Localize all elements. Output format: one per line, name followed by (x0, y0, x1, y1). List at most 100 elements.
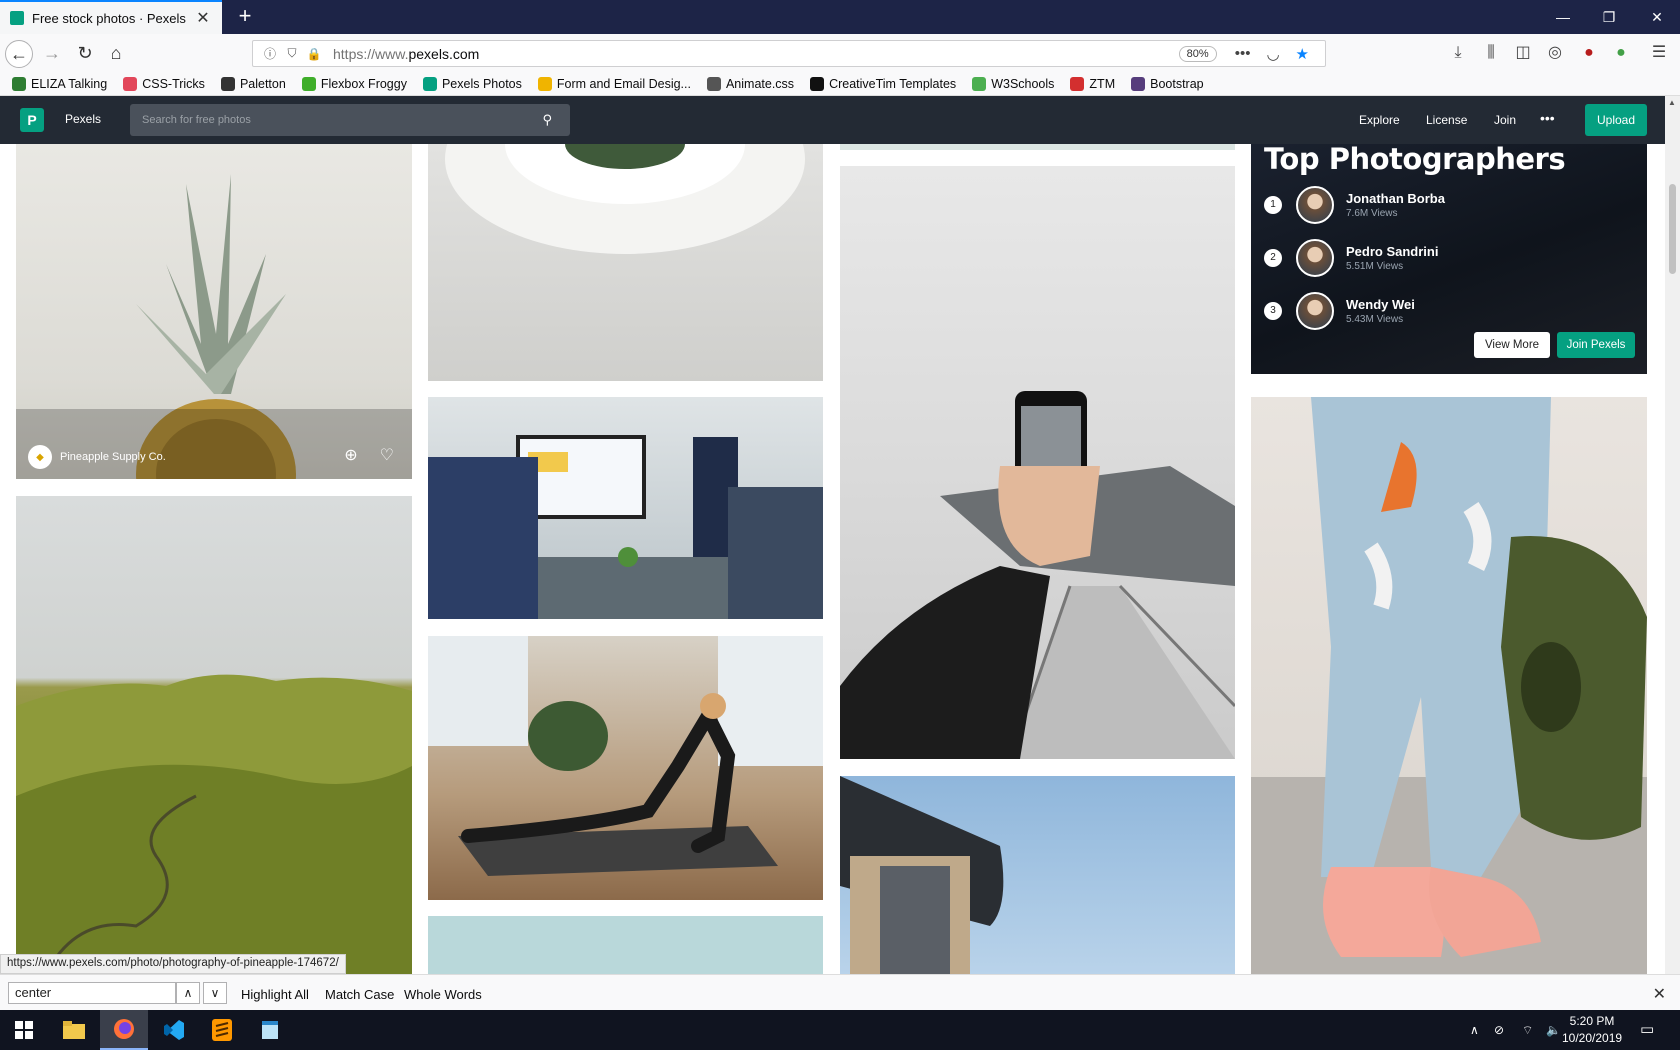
photo-ripped-jeans[interactable] (1251, 397, 1647, 974)
bookmark-item[interactable]: ELIZA Talking (12, 76, 107, 91)
find-next-button[interactable]: ∨ (203, 982, 227, 1004)
volume-icon[interactable]: 🔈 (1546, 1010, 1561, 1050)
photographer-row-2[interactable]: 2 Pedro Sandrini 5.51M Views (1264, 239, 1438, 277)
lock-icon[interactable]: 🔒 (305, 47, 323, 61)
url-text[interactable]: https://www.pexels.com (333, 46, 1179, 62)
windows-logo-icon (15, 1021, 33, 1039)
photographer-avatar[interactable] (1296, 186, 1334, 224)
photographer-name[interactable]: Pedro Sandrini (1346, 244, 1438, 259)
bookmark-label: Paletton (239, 76, 286, 91)
bookmark-favicon-icon (301, 76, 316, 91)
file-explorer-icon[interactable] (50, 1010, 98, 1050)
system-clock[interactable]: 5:20 PM 10/20/2019 (1562, 1013, 1622, 1047)
notifications-icon[interactable]: ▭ (1640, 1010, 1654, 1050)
photo-ceiling-light[interactable] (428, 144, 823, 381)
bookmark-item[interactable]: Form and Email Desig... (537, 76, 691, 91)
photo-valley[interactable] (16, 496, 412, 974)
tab-pexels[interactable]: Free stock photos · Pexels ✕ (0, 0, 222, 34)
sidebar-icon[interactable]: ◫ (1510, 40, 1536, 66)
photo-yoga[interactable] (428, 636, 823, 900)
sublime-text-icon[interactable] (198, 1010, 246, 1050)
bookmark-item[interactable]: Pexels Photos (422, 76, 522, 91)
photo-pineapple[interactable]: ◆ Pineapple Supply Co. ⊕ ♡ (16, 144, 412, 479)
forward-button[interactable]: → (38, 40, 66, 68)
photographer-row-1[interactable]: 1 Jonathan Borba 7.6M Views (1264, 186, 1445, 224)
photo-building[interactable] (840, 776, 1235, 974)
pexels-logo-icon[interactable]: P (20, 108, 44, 132)
photo-partial-sky[interactable] (428, 916, 823, 974)
bookmark-item[interactable]: CSS-Tricks (123, 76, 205, 91)
more-menu-icon[interactable]: ••• (1540, 110, 1555, 126)
upload-button[interactable]: Upload (1585, 104, 1647, 136)
site-search-input[interactable]: Search for free photos ⚲ (130, 104, 570, 136)
extension-icon[interactable]: ● (1608, 40, 1634, 66)
nav-explore[interactable]: Explore (1359, 113, 1400, 127)
close-find-bar-icon[interactable]: ✕ (1653, 984, 1666, 1004)
photographer-name[interactable]: Wendy Wei (1346, 297, 1415, 312)
address-bar[interactable]: ⓘ ⛉ 🔒 https://www.pexels.com 80% ••• ◡ ★ (252, 40, 1326, 67)
library-icon[interactable]: ⫼ (1478, 40, 1504, 66)
site-brand[interactable]: Pexels (65, 112, 101, 126)
find-previous-button[interactable]: ∧ (176, 982, 200, 1004)
photo-meeting[interactable] (428, 397, 823, 619)
bookmark-item[interactable]: CreativeTim Templates (810, 76, 956, 91)
search-icon[interactable]: ⚲ (542, 104, 552, 136)
photo-partial-top[interactable] (840, 144, 1235, 150)
new-tab-button[interactable]: + (232, 4, 258, 30)
tray-overflow-icon[interactable]: ∧ (1470, 1010, 1479, 1050)
like-heart-icon[interactable]: ♡ (380, 445, 394, 465)
downloads-icon[interactable]: ⤓ (1445, 40, 1471, 66)
photographer-avatar[interactable] (1296, 292, 1334, 330)
view-more-button[interactable]: View More (1474, 332, 1550, 358)
add-to-collection-icon[interactable]: ⊕ (344, 445, 357, 465)
page-scrollbar[interactable]: ▲ (1665, 96, 1680, 974)
highlight-all-checkbox[interactable]: Highlight All (241, 987, 309, 1002)
whole-words-checkbox[interactable]: Whole Words (404, 987, 482, 1002)
tracking-shield-icon[interactable]: ⛉ (283, 46, 301, 61)
photographer-name[interactable]: Jonathan Borba (1346, 191, 1445, 206)
bookmark-item[interactable]: Flexbox Froggy (301, 76, 407, 91)
photographer-avatar[interactable] (1296, 239, 1334, 277)
info-icon[interactable]: ⓘ (261, 45, 279, 62)
ublock-icon[interactable]: ● (1576, 40, 1602, 66)
bookmark-item[interactable]: Animate.css (706, 76, 794, 91)
nav-join[interactable]: Join (1494, 113, 1516, 127)
join-pexels-button[interactable]: Join Pexels (1557, 332, 1635, 358)
page-actions-icon[interactable]: ••• (1235, 45, 1251, 63)
tray-app-icon[interactable]: ⊘ (1494, 1010, 1504, 1050)
rank-badge: 3 (1264, 302, 1282, 320)
scrollbar-thumb[interactable] (1669, 184, 1676, 274)
photographer-row-3[interactable]: 3 Wendy Wei 5.43M Views (1264, 292, 1415, 330)
bookmark-item[interactable]: Bootstrap (1131, 76, 1204, 91)
match-case-checkbox[interactable]: Match Case (325, 987, 394, 1002)
bookmark-star-icon[interactable]: ★ (1296, 45, 1309, 63)
minimize-button[interactable]: — (1540, 0, 1586, 34)
pocket-icon[interactable]: ◡ (1266, 45, 1279, 63)
menu-icon[interactable]: ☰ (1646, 40, 1672, 66)
windows-taskbar: ∧ ⊘ ⌔ 🔈 5:20 PM 10/20/2019 ▭ (0, 1010, 1680, 1050)
bookmark-favicon-icon (537, 76, 552, 91)
scroll-up-icon[interactable]: ▲ (1668, 98, 1676, 107)
bookmark-item[interactable]: Paletton (220, 76, 286, 91)
restore-button[interactable]: ❐ (1586, 0, 1632, 34)
close-tab-icon[interactable]: ✕ (194, 8, 212, 28)
photo-phone-pier[interactable] (840, 166, 1235, 759)
network-icon[interactable]: ⌔ (1522, 1010, 1533, 1050)
notepad-icon[interactable] (246, 1010, 294, 1050)
sync-icon[interactable]: ◎ (1542, 40, 1568, 66)
start-button[interactable] (0, 1010, 48, 1050)
bookmark-item[interactable]: W3Schools (972, 76, 1054, 91)
back-button[interactable]: ← (5, 40, 33, 68)
zoom-level[interactable]: 80% (1178, 45, 1217, 62)
find-input[interactable]: center (8, 982, 176, 1004)
close-window-button[interactable]: ✕ (1634, 0, 1680, 34)
firefox-icon[interactable] (100, 1010, 148, 1050)
reload-button[interactable]: ↻ (71, 40, 99, 68)
bookmark-item[interactable]: ZTM (1070, 76, 1115, 91)
nav-license[interactable]: License (1426, 113, 1467, 127)
yoga-image (428, 636, 823, 876)
vscode-icon[interactable] (150, 1010, 198, 1050)
clock-time: 5:20 PM (1569, 1014, 1615, 1028)
home-button[interactable]: ⌂ (102, 40, 130, 68)
photo-credit[interactable]: ◆ Pineapple Supply Co. (28, 445, 166, 469)
